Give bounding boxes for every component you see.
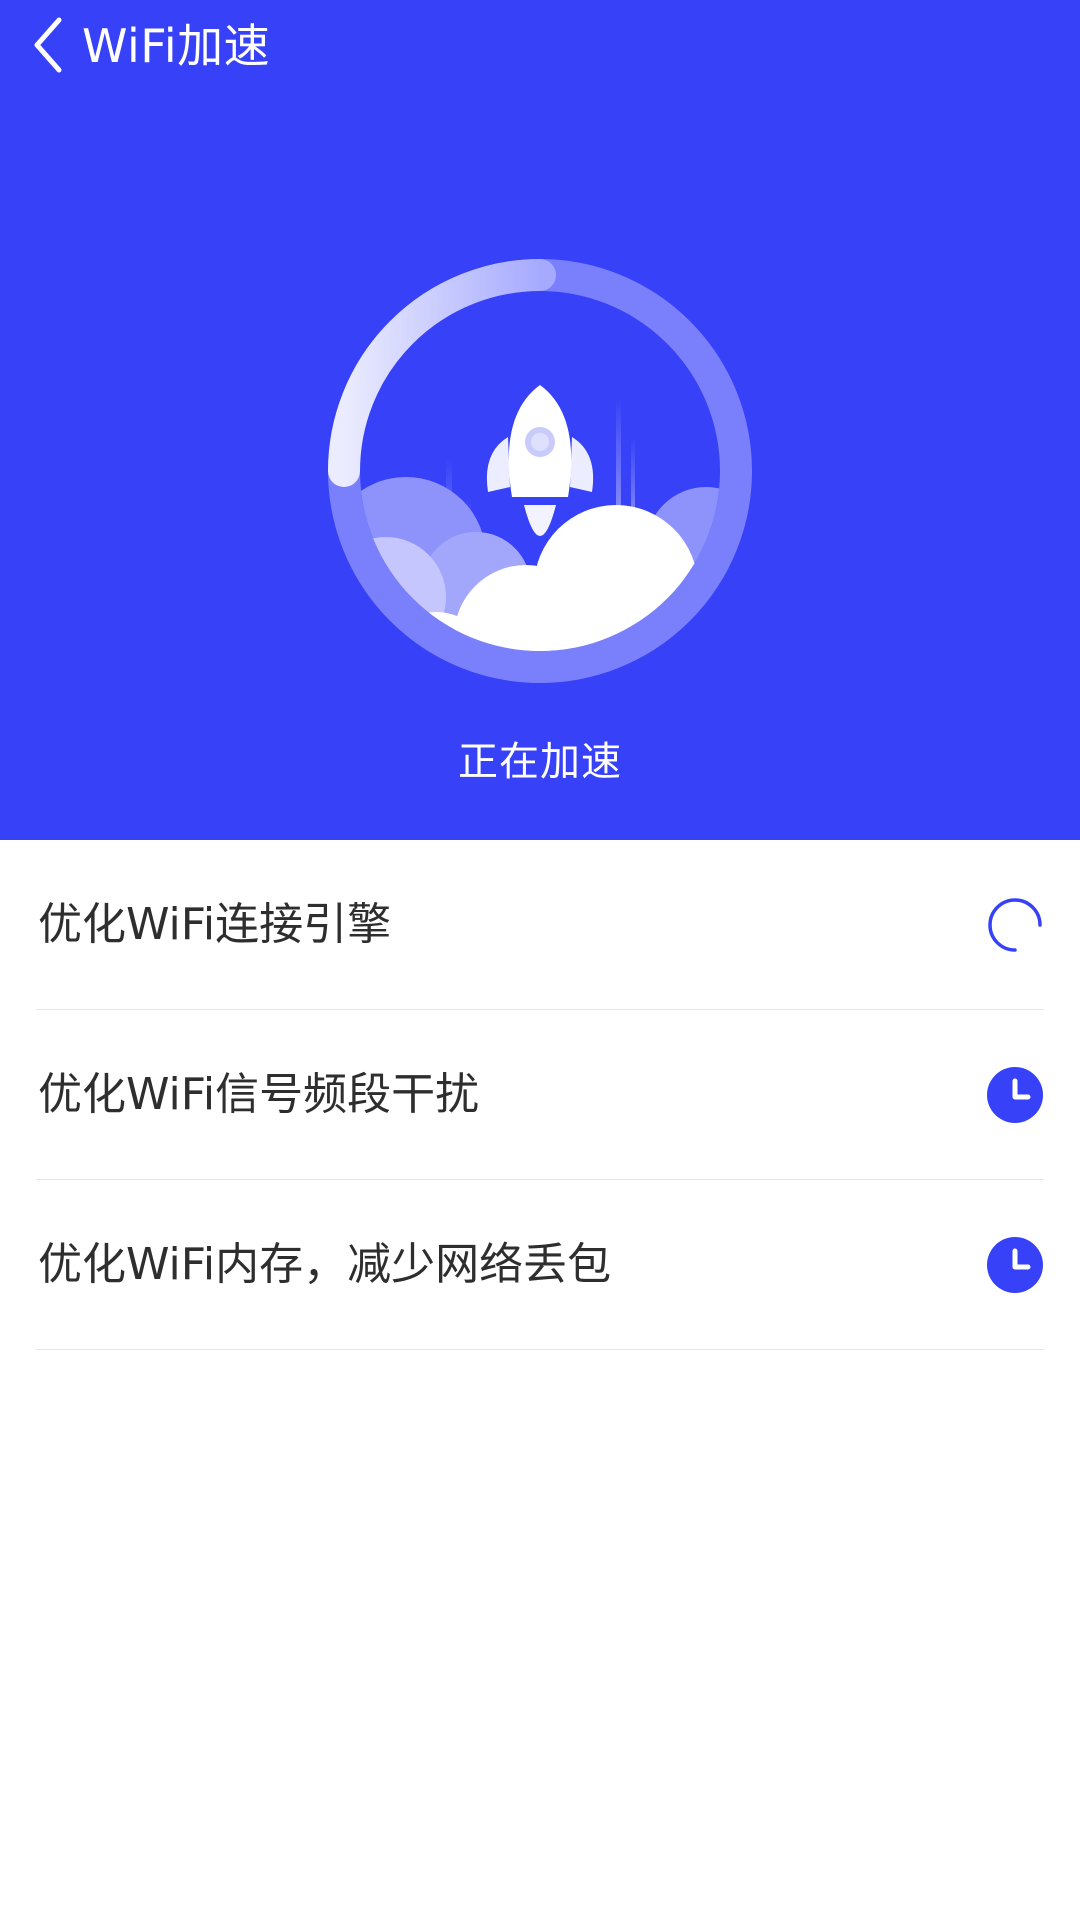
clock-icon (987, 1067, 1043, 1123)
rocket-icon (486, 385, 594, 536)
top-bar: WiFi加速 (0, 0, 1080, 92)
optimization-task-list: 优化WiFi连接引擎 优化WiFi信号频段干扰 优化WiFi内存，减少网络丢包 (0, 840, 1080, 1350)
task-item-connection-engine: 优化WiFi连接引擎 (36, 840, 1044, 1010)
task-label: 优化WiFi信号频段干扰 (38, 1069, 480, 1120)
accelerating-status: 正在加速 (458, 739, 622, 785)
task-item-signal-interference: 优化WiFi信号频段干扰 (36, 1010, 1044, 1180)
task-label: 优化WiFi内存，减少网络丢包 (38, 1239, 612, 1290)
back-button[interactable] (18, 14, 80, 76)
page-title: WiFi加速 (82, 19, 271, 73)
hero-banner: WiFi加速 正在加速 (0, 0, 1080, 840)
task-label: 优化WiFi连接引擎 (38, 899, 392, 950)
speed-dial (328, 259, 752, 683)
chevron-left-icon (34, 17, 62, 73)
loading-spinner-icon (988, 898, 1042, 952)
task-item-memory-packet-loss: 优化WiFi内存，减少网络丢包 (36, 1180, 1044, 1350)
clock-icon (987, 1237, 1043, 1293)
